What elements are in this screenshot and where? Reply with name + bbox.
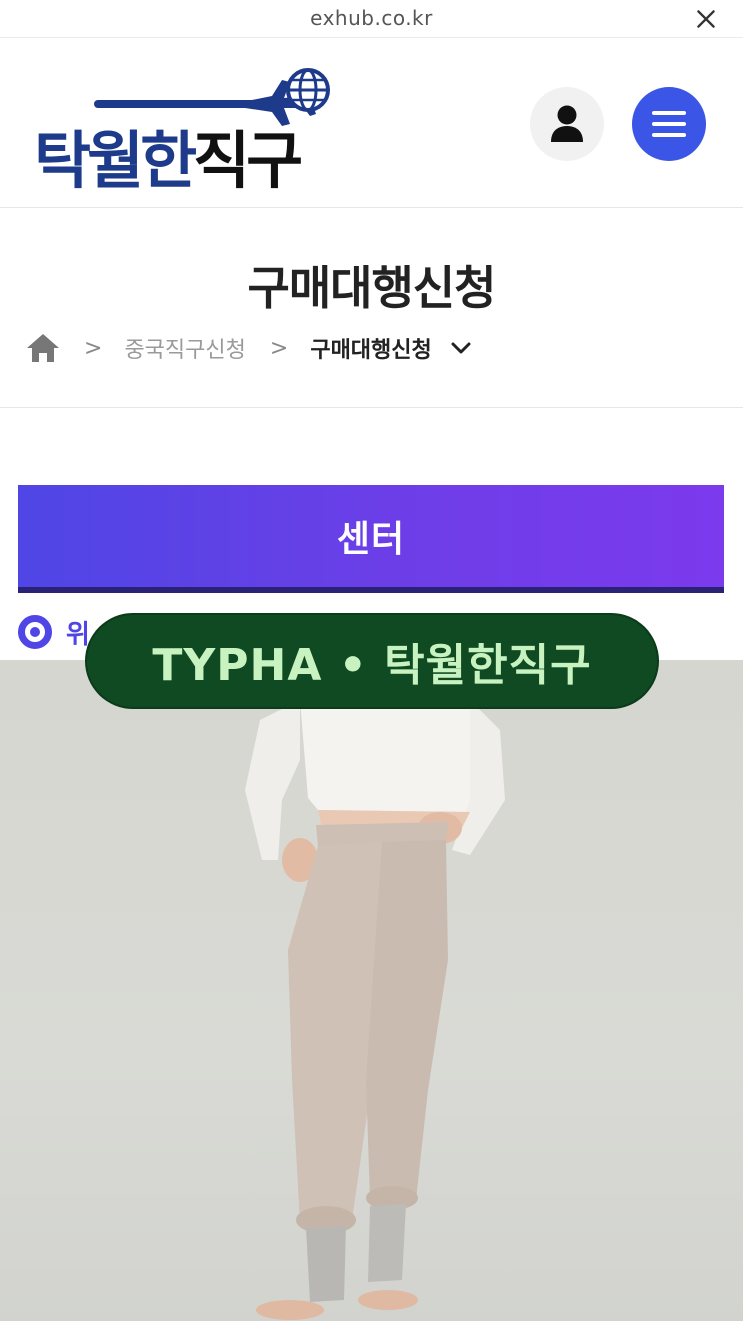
- hamburger-menu-icon: [652, 111, 686, 137]
- logo-text-main: 탁월한: [34, 124, 197, 197]
- user-icon: [551, 105, 583, 142]
- home-icon[interactable]: [26, 333, 60, 363]
- center-tab-label: 센터: [336, 519, 406, 560]
- breadcrumb: > 중국직구신청 > 구매대행신청: [26, 330, 472, 366]
- chevron-down-icon[interactable]: [450, 337, 472, 359]
- breadcrumb-separator: >: [84, 335, 103, 361]
- page-title-area: 구매대행신청 > 중국직구신청 > 구매대행신청: [0, 208, 743, 408]
- page-title: 구매대행신청: [247, 261, 497, 315]
- logo-text-accent: 직구: [193, 124, 303, 197]
- breadcrumb-item-current[interactable]: 구매대행신청: [310, 332, 431, 364]
- site-header: 탁월한직구: [0, 38, 743, 208]
- site-logo[interactable]: 탁월한직구: [34, 66, 354, 197]
- radio-button[interactable]: [18, 615, 52, 649]
- product-photo: [0, 660, 743, 1321]
- browser-url-bar: exhub.co.kr: [0, 0, 743, 38]
- menu-button[interactable]: [632, 87, 706, 161]
- breadcrumb-item-china-direct[interactable]: 중국직구신청: [124, 332, 245, 364]
- radio-label: 위: [66, 619, 90, 650]
- user-account-button[interactable]: [530, 87, 604, 161]
- product-photo-illustration: [245, 700, 505, 1320]
- close-icon[interactable]: [693, 6, 719, 32]
- center-tab-button[interactable]: 센터: [18, 485, 724, 593]
- url-text[interactable]: exhub.co.kr: [0, 6, 743, 30]
- watermark-banner: TYPHA • 탁월한직구: [87, 615, 657, 707]
- radio-option[interactable]: 위: [18, 612, 90, 652]
- logo-wordmark: 탁월한직구: [34, 110, 303, 200]
- breadcrumb-separator: >: [269, 335, 289, 361]
- watermark-text: TYPHA • 탁월한직구: [152, 640, 592, 691]
